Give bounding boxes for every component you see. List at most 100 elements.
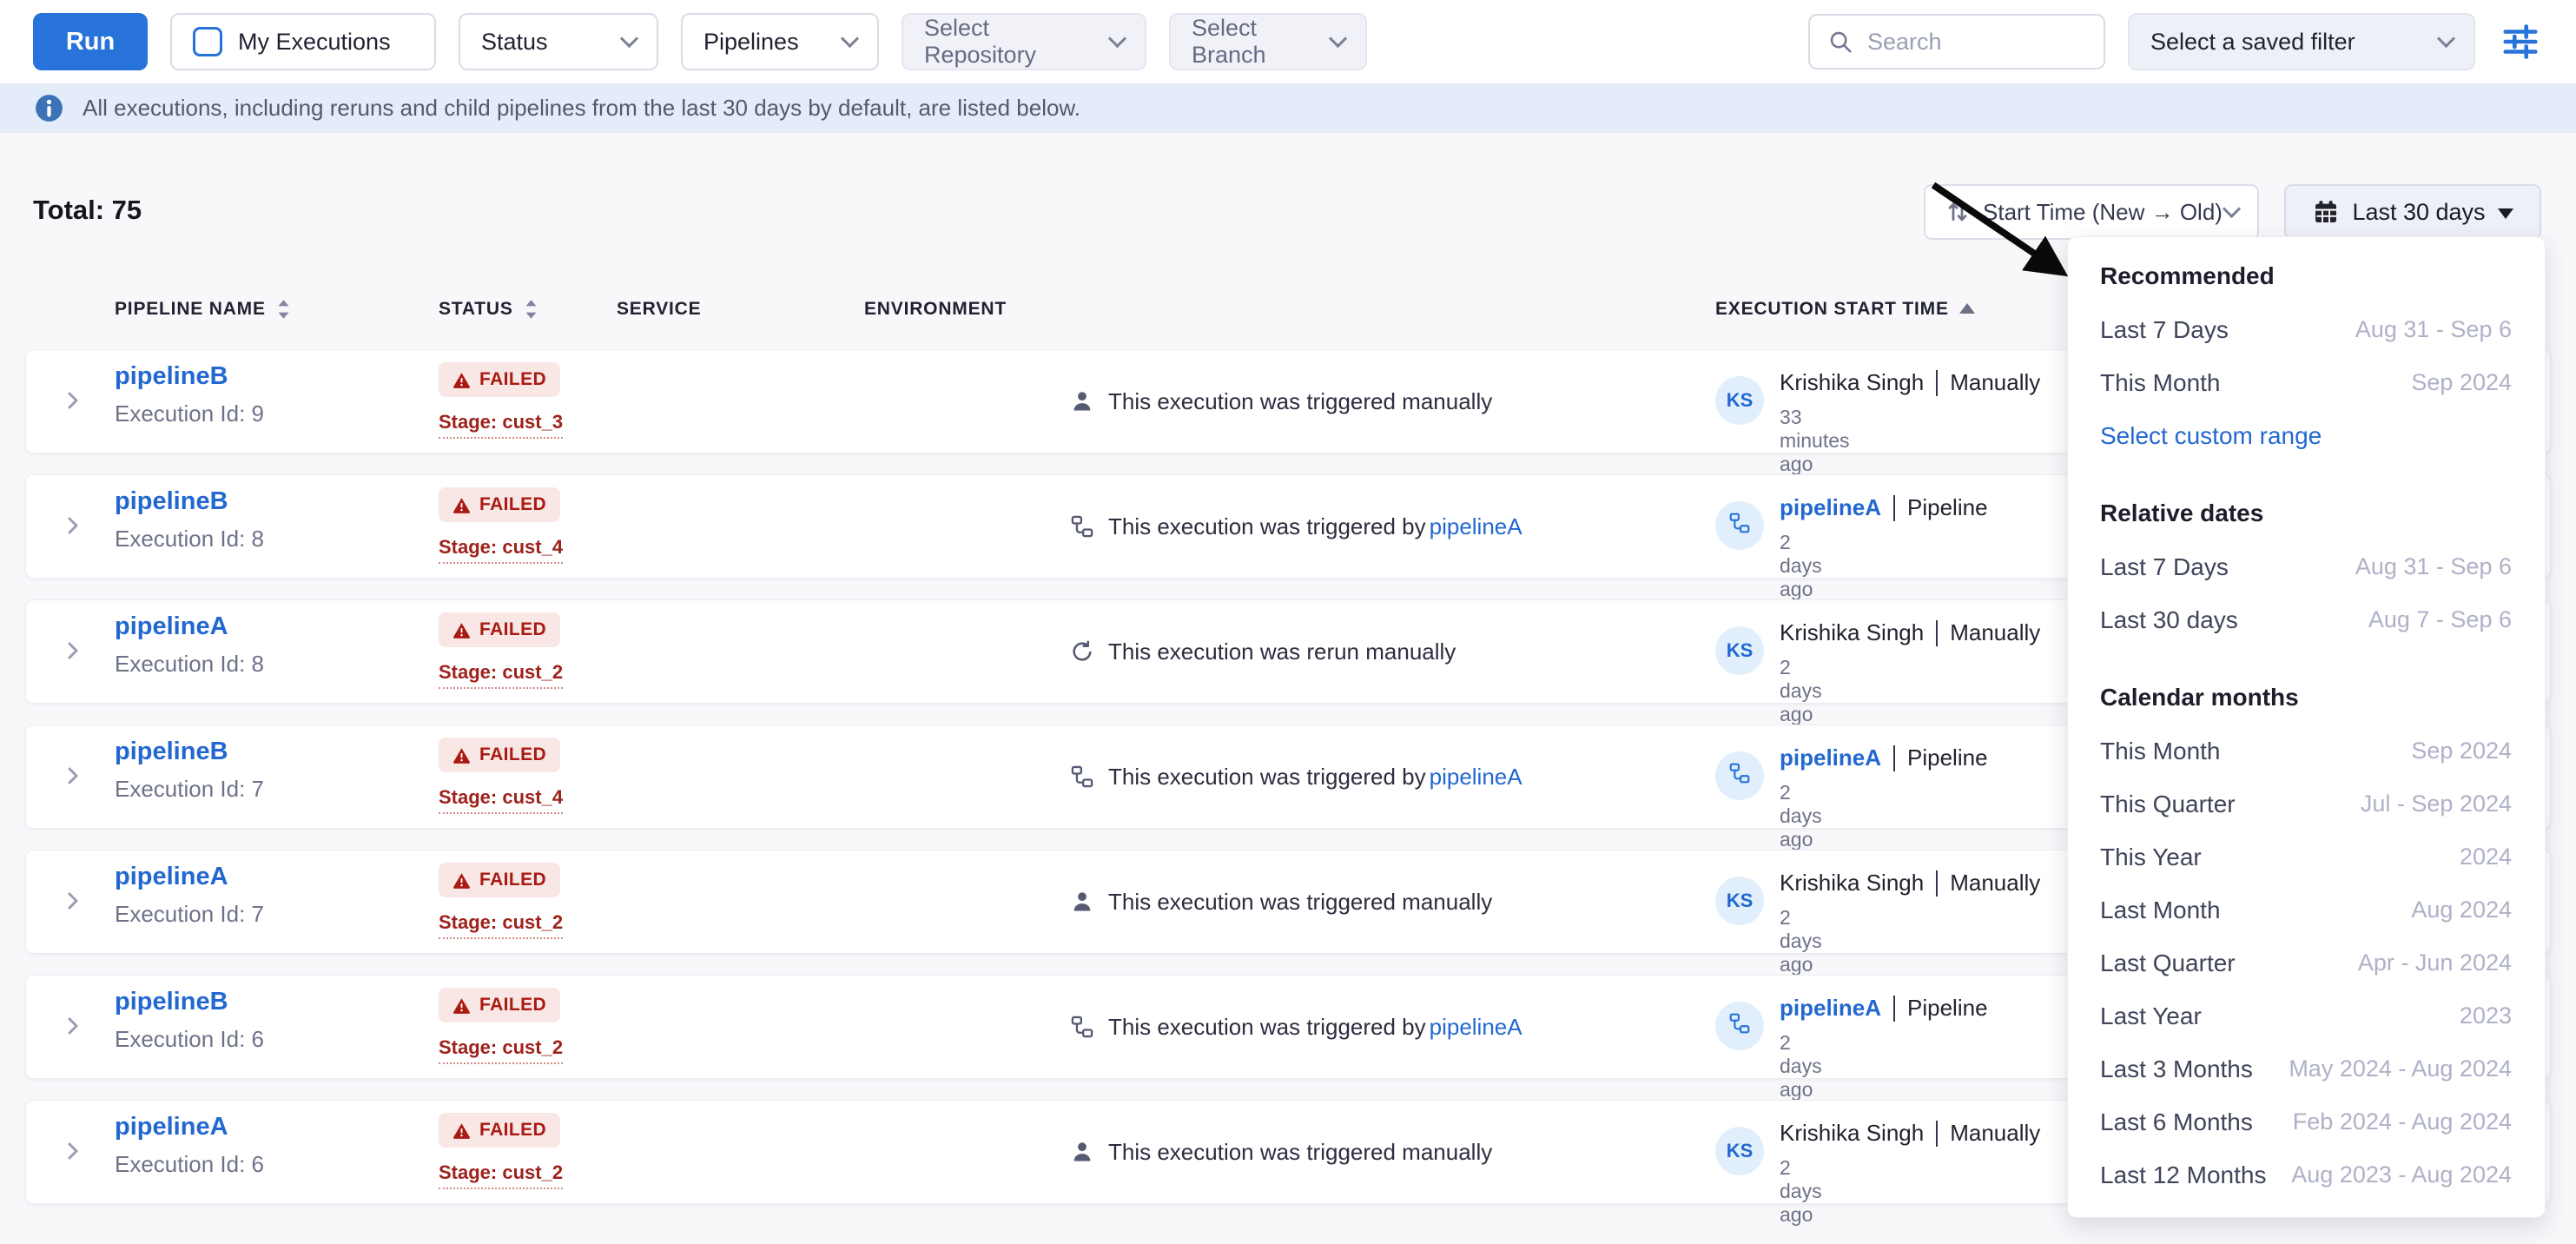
failed-stage-link[interactable]: Stage: cust_3 [439,411,563,439]
date-range-button[interactable]: Last 30 days [2284,184,2541,240]
date-menu-item[interactable]: Last 3 MonthsMay 2024 - Aug 2024 [2100,1042,2512,1095]
date-menu-item[interactable]: Last 7 DaysAug 31 - Sep 6 [2100,540,2512,593]
date-menu-item-label[interactable]: Last Year [2100,1002,2202,1030]
execution-id: Execution Id: 9 [115,400,264,427]
warning-icon [452,496,471,514]
column-header-status[interactable]: STATUS [439,299,538,320]
date-menu-item[interactable]: Last 30 daysAug 7 - Sep 6 [2100,593,2512,646]
status-badge: FAILED [439,362,560,397]
date-menu-section-header: Calendar months [2100,671,2512,725]
expand-chevron-icon[interactable] [59,1012,87,1040]
date-menu-item[interactable]: This MonthSep 2024 [2100,725,2512,778]
execution-id: Execution Id: 8 [115,651,264,678]
date-menu-item-label[interactable]: This Month [2100,369,2221,397]
expand-chevron-icon[interactable] [59,762,87,790]
starter-name[interactable]: Krishika Singh [1780,369,1924,396]
status-badge: FAILED [439,487,560,522]
trigger-pipeline-link[interactable]: pipelineA [1430,764,1522,790]
my-executions-toggle[interactable]: My Executions [170,13,436,70]
date-menu-item[interactable]: This Year2024 [2100,830,2512,883]
execution-id: Execution Id: 6 [115,1151,264,1178]
avatar: KS [1715,1127,1764,1175]
date-menu-item-label[interactable]: Last 6 Months [2100,1108,2253,1136]
column-header-pipeline-name[interactable]: PIPELINE NAME [115,299,291,320]
my-executions-checkbox[interactable] [193,27,222,56]
pipeline-name-link[interactable]: pipelineB [115,362,228,391]
date-menu-item-label[interactable]: Last Quarter [2100,950,2236,977]
date-menu-item-label[interactable]: Last 12 Months [2100,1161,2266,1189]
sort-dropdown[interactable]: Start Time (New → Old) [1924,184,2259,240]
sort-toggle-icon[interactable] [276,299,291,320]
failed-stage-link[interactable]: Stage: cust_4 [439,786,563,814]
run-button[interactable]: Run [33,13,148,70]
select-branch-dropdown[interactable]: Select Branch [1169,13,1367,70]
starter-name[interactable]: pipelineA [1780,744,1881,771]
date-menu-item-label[interactable]: Last Month [2100,897,2221,924]
saved-filter-label: Select a saved filter [2150,29,2424,56]
pipeline-name-link[interactable]: pipelineA [115,612,228,641]
date-menu-item[interactable]: Last Year2023 [2100,989,2512,1042]
pipeline-name-link[interactable]: pipelineB [115,738,228,766]
date-menu-section-header: Recommended [2100,249,2512,303]
failed-stage-link[interactable]: Stage: cust_2 [439,911,563,939]
divider [1936,870,1938,897]
starter-name[interactable]: Krishika Singh [1780,1120,1924,1147]
failed-stage-link[interactable]: Stage: cust_2 [439,661,563,689]
avatar: KS [1715,376,1764,425]
rerun-icon [1070,639,1094,664]
status-filter-dropdown[interactable]: Status [459,13,658,70]
trigger-pipeline-link[interactable]: pipelineA [1430,1014,1522,1040]
date-menu-item-label[interactable]: This Month [2100,738,2221,765]
starter-name[interactable]: pipelineA [1780,995,1881,1022]
date-menu-item-label[interactable]: Last 3 Months [2100,1055,2253,1083]
status-badge: FAILED [439,988,560,1022]
saved-filter-dropdown[interactable]: Select a saved filter [2128,13,2475,70]
pipelines-filter-dropdown[interactable]: Pipelines [681,13,879,70]
failed-stage-link[interactable]: Stage: cust_4 [439,536,563,564]
select-custom-range-link[interactable]: Select custom range [2100,422,2322,450]
trigger-pipeline-link[interactable]: pipelineA [1430,513,1522,539]
date-menu-item[interactable]: This MonthSep 2024 [2100,356,2512,409]
date-menu-item-label[interactable]: Last 7 Days [2100,316,2229,344]
avatar: KS [1715,626,1764,675]
trigger-info: This execution was triggered bypipelineA [1070,475,1522,578]
date-menu-item[interactable]: Last MonthAug 2024 [2100,883,2512,936]
starter-name[interactable]: pipelineA [1780,494,1881,521]
date-menu-item[interactable]: This QuarterJul - Sep 2024 [2100,778,2512,830]
date-menu-item-label[interactable]: Last 30 days [2100,606,2238,634]
column-header-execution-start-time[interactable]: EXECUTION START TIME [1715,299,1975,320]
date-menu-item[interactable]: Select custom range [2100,409,2512,462]
date-menu-item-label[interactable]: This Year [2100,844,2202,871]
info-banner: All executions, including reruns and chi… [0,83,2576,133]
pipeline-name-link[interactable]: pipelineA [115,863,228,891]
expand-chevron-icon[interactable] [59,637,87,665]
date-menu-item[interactable]: Last 12 MonthsAug 2023 - Aug 2024 [2100,1148,2512,1201]
select-repository-dropdown[interactable]: Select Repository [902,13,1146,70]
pipeline-name-link[interactable]: pipelineB [115,988,228,1016]
expand-chevron-icon[interactable] [59,387,87,414]
chevron-down-icon [2223,199,2241,217]
filter-settings-button[interactable] [2498,19,2543,64]
date-menu-item-label[interactable]: Last 7 Days [2100,553,2229,581]
date-menu-section: Calendar monthsThis MonthSep 2024This Qu… [2100,671,2512,1201]
trigger-type-label: Manually [1950,870,2040,897]
pipeline-name-link[interactable]: pipelineB [115,487,228,516]
failed-stage-link[interactable]: Stage: cust_2 [439,1161,563,1189]
date-menu-item[interactable]: Last 7 DaysAug 31 - Sep 6 [2100,303,2512,356]
expand-chevron-icon[interactable] [59,512,87,539]
pipeline-name-link[interactable]: pipelineA [115,1113,228,1141]
expand-chevron-icon[interactable] [59,1137,87,1165]
starter-name[interactable]: Krishika Singh [1780,619,1924,646]
date-menu-item[interactable]: Last QuarterApr - Jun 2024 [2100,936,2512,989]
pipelines-filter-label: Pipelines [703,29,828,56]
starter-name[interactable]: Krishika Singh [1780,870,1924,897]
date-menu-item-label[interactable]: This Quarter [2100,791,2236,818]
sort-toggle-icon[interactable] [524,299,538,320]
search-input[interactable] [1866,28,2086,56]
date-menu-item[interactable]: Last 6 MonthsFeb 2024 - Aug 2024 [2100,1095,2512,1148]
pipeline-trigger-icon [1070,514,1094,539]
expand-chevron-icon[interactable] [59,887,87,915]
failed-stage-link[interactable]: Stage: cust_2 [439,1036,563,1064]
date-menu-section: Relative datesLast 7 DaysAug 31 - Sep 6L… [2100,486,2512,646]
search-box[interactable] [1808,14,2105,69]
